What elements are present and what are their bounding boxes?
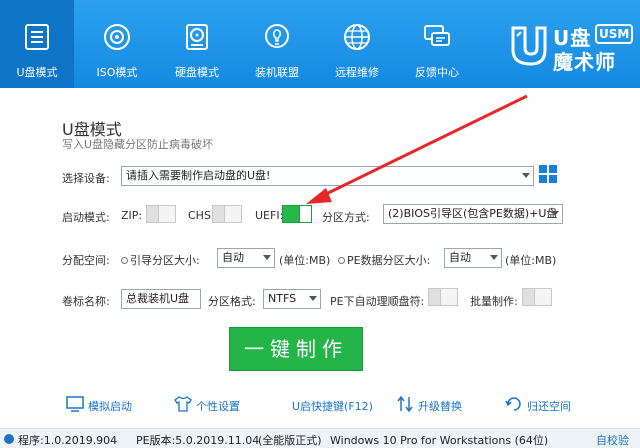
toggle-knob: [147, 206, 159, 222]
usm-logo-icon: [511, 26, 547, 66]
hard-disk-icon: [186, 24, 208, 50]
space-label: 分配空间:: [62, 254, 110, 267]
toggle-knob: [213, 206, 225, 222]
volume-name-value: 总裁装机U盘: [126, 292, 190, 305]
boot-unit-label: (单位:MB): [279, 254, 331, 267]
chevron-down-icon: [522, 173, 530, 178]
pe-unit-label: (单位:MB): [505, 254, 557, 267]
upgrade-icon: [397, 395, 413, 413]
partition-mode-label: 分区方式:: [322, 211, 370, 224]
hotkey-icon: [270, 395, 288, 413]
nav-install-union[interactable]: 装机联盟: [240, 0, 314, 88]
status-pe-version: PE版本:5.0.2019.11.04: [136, 434, 260, 447]
partition-mode-value: (2)BIOS引导区(包含PE数据)+U盘: [388, 207, 558, 220]
status-program-version: 程序:1.0.2019.904: [18, 434, 118, 447]
usb-drive-icon: [25, 24, 49, 50]
chat-icon: [424, 25, 450, 46]
nav-usb-mode[interactable]: U盘模式: [0, 0, 74, 88]
logo-text-line2: 魔术师: [553, 50, 616, 74]
batch-toggle[interactable]: [522, 288, 552, 306]
pe-size-value: 自动: [449, 251, 471, 264]
nav-label: 装机联盟: [255, 66, 299, 79]
restore-icon: [505, 397, 521, 411]
chevron-down-icon: [551, 211, 559, 216]
nav-label: 硬盘模式: [175, 66, 219, 79]
volume-name-input[interactable]: 总裁装机U盘: [121, 289, 201, 309]
nav-remote-repair[interactable]: 远程维修: [320, 0, 394, 88]
auto-sort-label: PE下自动理顺盘符:: [330, 295, 425, 308]
self-check-link[interactable]: 自校验: [596, 432, 629, 448]
chevron-down-icon: [263, 255, 271, 260]
boot-size-value: 自动: [222, 251, 244, 264]
chevron-down-icon: [490, 255, 498, 260]
chevron-down-icon: [309, 296, 317, 301]
nav-label: U盘模式: [16, 66, 58, 79]
globe-icon: [344, 24, 370, 50]
info-icon: [4, 434, 14, 444]
nav-label: 反馈中心: [415, 66, 459, 79]
info-dot-icon: [121, 257, 128, 264]
chs-toggle[interactable]: [212, 205, 242, 223]
uefi-toggle[interactable]: [282, 205, 312, 223]
device-label: 选择设备:: [62, 172, 110, 185]
nav-iso-mode[interactable]: ISO模式: [80, 0, 154, 88]
disc-icon: [104, 24, 130, 50]
format-label: 分区格式:: [208, 295, 256, 308]
auto-sort-toggle[interactable]: [428, 288, 458, 306]
pe-size-select[interactable]: 自动: [444, 248, 502, 268]
nav-label: ISO模式: [96, 66, 138, 79]
pe-size-label: PE数据分区大小:: [338, 252, 430, 268]
boot-size-select[interactable]: 自动: [217, 248, 275, 268]
boot-size-label: 引导分区大小:: [121, 252, 200, 268]
status-bar: 程序:1.0.2019.904 PE版本:5.0.2019.11.04 (全能版…: [0, 428, 640, 448]
uefi-label: UEFI:: [255, 209, 284, 222]
partition-mode-select[interactable]: (2)BIOS引导区(包含PE数据)+U盘: [383, 204, 563, 224]
nav-feedback-center[interactable]: 反馈中心: [400, 0, 474, 88]
shirt-icon: [174, 396, 192, 412]
tools-bar: 模拟启动 个性设置 U启快捷键(F12) 升级替换 归还空间: [0, 390, 640, 420]
format-select[interactable]: NTFS: [263, 289, 321, 309]
grid-menu-icon[interactable]: [538, 164, 558, 184]
info-dot-icon: [338, 257, 345, 264]
batch-label: 批量制作:: [470, 295, 518, 308]
nav-label: 远程维修: [335, 66, 379, 79]
format-value: NTFS: [268, 292, 297, 305]
toggle-knob: [429, 289, 441, 305]
boot-mode-label: 启动模式:: [62, 211, 110, 224]
usm-logo: U盘 USM 魔术师: [505, 20, 635, 74]
device-select-value: 请插入需要制作启动盘的U盘!: [126, 169, 271, 182]
toggle-knob: [523, 289, 535, 305]
status-os: Windows 10 Pro for Workstations (64位): [330, 434, 549, 447]
zip-label: ZIP:: [121, 209, 143, 222]
nav-disk-mode[interactable]: 硬盘模式: [160, 0, 234, 88]
logo-badge: USM: [595, 24, 634, 44]
page-subtitle: 写入U盘隐藏分区防止病毒破坏: [62, 138, 214, 151]
chs-label: CHS:: [188, 209, 215, 222]
monitor-icon: [66, 396, 84, 412]
zip-toggle[interactable]: [146, 205, 176, 223]
volume-label: 卷标名称:: [62, 295, 110, 308]
status-edition: (全能版正式): [258, 434, 322, 447]
top-navigation-bar: U盘模式 ISO模式 硬盘模式 装机联盟 远程维修 反馈中心 U盘 USM 魔术…: [0, 0, 640, 88]
toggle-knob: [299, 206, 311, 222]
device-select[interactable]: 请插入需要制作启动盘的U盘!: [121, 166, 534, 186]
lightbulb-icon: [265, 24, 289, 48]
one-click-make-button[interactable]: 一键制作: [229, 327, 363, 371]
